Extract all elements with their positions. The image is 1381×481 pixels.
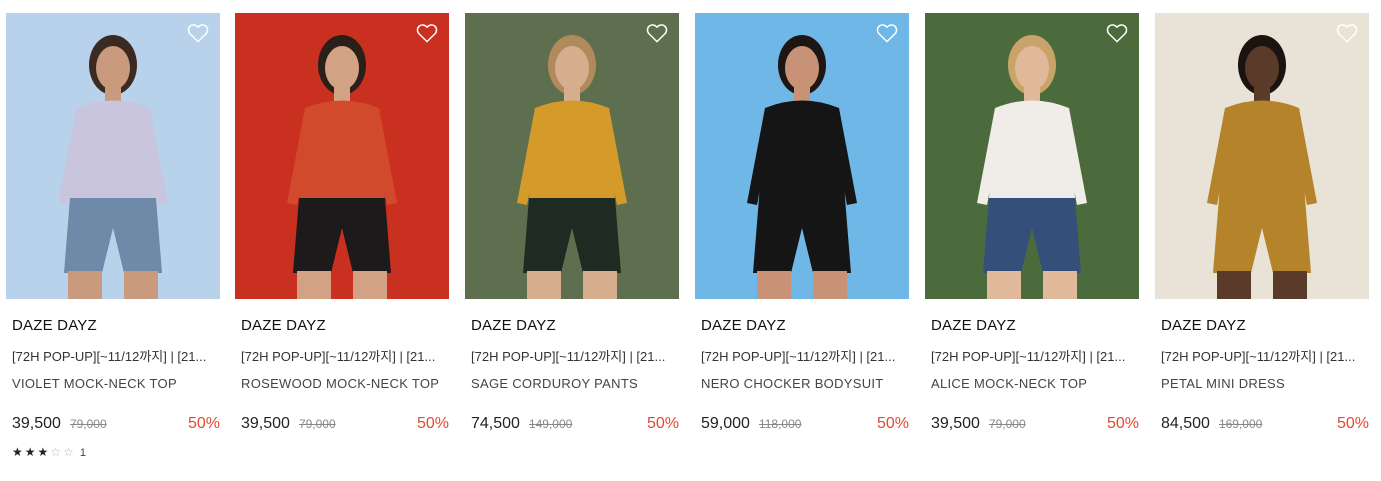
brand-name[interactable]: DAZE DAYZ: [1161, 317, 1369, 334]
sale-price: 59,000: [701, 415, 750, 432]
product-name[interactable]: ROSEWOOD MOCK-NECK TOP: [241, 376, 449, 391]
product-grid: DAZE DAYZ [72H POP-UP][~11/12까지] | [21...…: [0, 0, 1381, 481]
product-image[interactable]: [6, 13, 220, 299]
star-empty-icon: ☆: [50, 445, 62, 459]
heart-outline-icon[interactable]: [187, 23, 209, 43]
brand-name[interactable]: DAZE DAYZ: [471, 317, 679, 334]
product-image[interactable]: [925, 13, 1139, 299]
product-photo: [6, 13, 220, 299]
sale-price: 39,500: [931, 415, 980, 432]
discount-rate: 50%: [876, 415, 909, 432]
promo-text[interactable]: [72H POP-UP][~11/12까지] | [21...: [12, 346, 217, 365]
original-price: 149,000: [528, 417, 573, 431]
discount-rate: 50%: [416, 415, 449, 432]
star-filled-icon: ★: [12, 445, 23, 459]
heart-outline-icon[interactable]: [646, 23, 668, 43]
rating: ★ ★ ★ ☆ ☆ 1: [12, 445, 220, 459]
original-price: 79,000: [298, 417, 336, 431]
product-card[interactable]: DAZE DAYZ [72H POP-UP][~11/12까지] | [21...…: [6, 13, 220, 459]
promo-text[interactable]: [72H POP-UP][~11/12까지] | [21...: [241, 346, 446, 365]
discount-rate: 50%: [187, 415, 220, 432]
promo-text[interactable]: [72H POP-UP][~11/12까지] | [21...: [471, 346, 676, 365]
star-empty-icon: ☆: [63, 445, 74, 459]
brand-name[interactable]: DAZE DAYZ: [931, 317, 1139, 334]
product-photo: [1155, 13, 1369, 299]
heart-outline-icon[interactable]: [1336, 23, 1358, 43]
original-price: 118,000: [758, 417, 802, 431]
promo-text[interactable]: [72H POP-UP][~11/12까지] | [21...: [931, 346, 1136, 365]
product-name[interactable]: ALICE MOCK-NECK TOP: [931, 376, 1139, 391]
price-row: 59,000 118,000 50%: [701, 415, 909, 435]
brand-name[interactable]: DAZE DAYZ: [701, 317, 909, 334]
product-name[interactable]: SAGE CORDUROY PANTS: [471, 376, 679, 391]
heart-outline-icon[interactable]: [876, 23, 898, 43]
promo-text[interactable]: [72H POP-UP][~11/12까지] | [21...: [1161, 346, 1366, 365]
price-row: 84,500 169,000 50%: [1161, 415, 1369, 435]
product-name[interactable]: VIOLET MOCK-NECK TOP: [12, 376, 220, 391]
product-image[interactable]: [465, 13, 679, 299]
product-image[interactable]: [1155, 13, 1369, 299]
product-photo: [465, 13, 679, 299]
product-photo: [925, 13, 1139, 299]
brand-name[interactable]: DAZE DAYZ: [12, 317, 220, 334]
star-filled-icon: ★: [24, 445, 36, 459]
product-card[interactable]: DAZE DAYZ [72H POP-UP][~11/12까지] | [21...…: [925, 13, 1139, 435]
brand-name[interactable]: DAZE DAYZ: [241, 317, 449, 334]
sale-price: 39,500: [12, 415, 61, 432]
discount-rate: 50%: [1336, 415, 1369, 432]
product-photo: [695, 13, 909, 299]
discount-rate: 50%: [646, 415, 679, 432]
price-row: 74,500 149,000 50%: [471, 415, 679, 435]
sale-price: 74,500: [471, 415, 520, 432]
original-price: 169,000: [1218, 417, 1263, 431]
product-card[interactable]: DAZE DAYZ [72H POP-UP][~11/12까지] | [21...…: [695, 13, 909, 435]
product-card[interactable]: DAZE DAYZ [72H POP-UP][~11/12까지] | [21...…: [465, 13, 679, 435]
original-price: 79,000: [69, 417, 107, 431]
product-image[interactable]: [695, 13, 909, 299]
original-price: 79,000: [988, 417, 1026, 431]
promo-text[interactable]: [72H POP-UP][~11/12까지] | [21...: [701, 346, 906, 365]
product-name[interactable]: PETAL MINI DRESS: [1161, 376, 1369, 391]
product-card[interactable]: DAZE DAYZ [72H POP-UP][~11/12까지] | [21...…: [235, 13, 449, 435]
sale-price: 84,500: [1161, 415, 1210, 432]
price-row: 39,500 79,000 50%: [931, 415, 1139, 435]
review-count: 1: [79, 447, 86, 459]
product-image[interactable]: [235, 13, 449, 299]
star-filled-icon: ★: [37, 445, 49, 459]
heart-outline-icon[interactable]: [416, 23, 438, 43]
discount-rate: 50%: [1106, 415, 1139, 432]
product-photo: [235, 13, 449, 299]
sale-price: 39,500: [241, 415, 290, 432]
product-card[interactable]: DAZE DAYZ [72H POP-UP][~11/12까지] | [21...…: [1155, 13, 1369, 435]
heart-outline-icon[interactable]: [1106, 23, 1128, 43]
price-row: 39,500 79,000 50%: [12, 415, 220, 435]
price-row: 39,500 79,000 50%: [241, 415, 449, 435]
product-name[interactable]: NERO CHOCKER BODYSUIT: [701, 376, 909, 391]
